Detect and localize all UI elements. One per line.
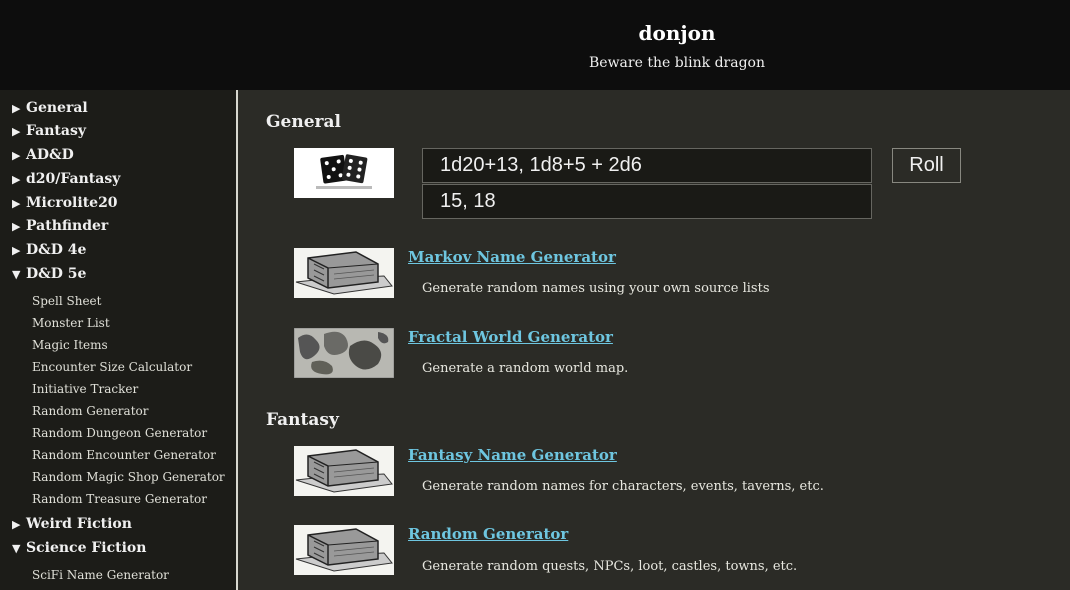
nav-category-label: D&D 5e: [26, 266, 87, 282]
expand-arrow-icon: ▶: [12, 518, 21, 531]
book-icon[interactable]: [294, 446, 394, 496]
nav-category-general[interactable]: ▶ General: [12, 100, 88, 116]
nav-item-initiative-tracker[interactable]: Initiative Tracker: [32, 382, 138, 396]
nav-item-monster-list[interactable]: Monster List: [32, 316, 110, 330]
nav-category-label: AD&D: [26, 147, 74, 163]
collapse-arrow-icon: ▼: [12, 542, 21, 555]
dice-expression-input[interactable]: [422, 148, 872, 183]
site-tagline: Beware the blink dragon: [589, 55, 765, 71]
site-title[interactable]: donjon: [577, 21, 777, 45]
section-heading-general: General: [266, 112, 341, 132]
dice-result-field: 15, 18: [422, 184, 872, 219]
nav-category-label: Microlite20: [26, 195, 118, 211]
nav-item-magic-items[interactable]: Magic Items: [32, 338, 108, 352]
nav-item-random-magic-shop-generator[interactable]: Random Magic Shop Generator: [32, 470, 225, 484]
fractal-world-generator-link[interactable]: Fractal World Generator: [408, 328, 613, 346]
expand-arrow-icon: ▶: [12, 197, 21, 210]
expand-arrow-icon: ▶: [12, 244, 21, 257]
nav-category-label: Pathfinder: [26, 218, 109, 234]
nav-category-label: d20/Fantasy: [26, 171, 121, 187]
expand-arrow-icon: ▶: [12, 149, 21, 162]
nav-item-random-dungeon-generator[interactable]: Random Dungeon Generator: [32, 426, 207, 440]
nav-category-weird-fiction[interactable]: ▶ Weird Fiction: [12, 516, 132, 532]
nav-category-pathfinder[interactable]: ▶ Pathfinder: [12, 218, 108, 234]
nav-category-microlite20[interactable]: ▶ Microlite20: [12, 195, 118, 211]
nav-item-scifi-name-generator[interactable]: SciFi Name Generator: [32, 568, 169, 582]
nav-category-d20-fantasy[interactable]: ▶ d20/Fantasy: [12, 171, 120, 187]
nav-item-random-encounter-generator[interactable]: Random Encounter Generator: [32, 448, 216, 462]
nav-item-random-treasure-generator[interactable]: Random Treasure Generator: [32, 492, 207, 506]
fantasy-name-generator-link[interactable]: Fantasy Name Generator: [408, 446, 617, 464]
nav-category-fantasy[interactable]: ▶ Fantasy: [12, 123, 86, 139]
dice-icon: [294, 148, 394, 198]
section-heading-fantasy: Fantasy: [266, 410, 339, 430]
roll-button[interactable]: Roll: [892, 148, 961, 183]
expand-arrow-icon: ▶: [12, 125, 21, 138]
nav-item-random-generator[interactable]: Random Generator: [32, 404, 148, 418]
nav-category-dnd5e[interactable]: ▼ D&D 5e: [12, 266, 86, 282]
fantasy-name-generator-description: Generate random names for characters, ev…: [422, 479, 824, 494]
nav-item-encounter-size-calculator[interactable]: Encounter Size Calculator: [32, 360, 192, 374]
expand-arrow-icon: ▶: [12, 173, 21, 186]
expand-arrow-icon: ▶: [12, 102, 21, 115]
nav-category-label: D&D 4e: [26, 242, 87, 258]
book-icon[interactable]: [294, 525, 394, 575]
fractal-world-generator-description: Generate a random world map.: [422, 361, 629, 376]
nav-category-dnd4e[interactable]: ▶ D&D 4e: [12, 242, 86, 258]
site-header: donjon Beware the blink dragon: [0, 0, 1070, 90]
expand-arrow-icon: ▶: [12, 220, 21, 233]
nav-category-label: Fantasy: [26, 123, 86, 139]
markov-name-generator-description: Generate random names using your own sou…: [422, 281, 770, 296]
nav-category-science-fiction[interactable]: ▼ Science Fiction: [12, 540, 146, 556]
nav-category-label: General: [26, 100, 88, 116]
nav-category-label: Science Fiction: [26, 540, 147, 556]
book-icon[interactable]: [294, 248, 394, 298]
sidebar-nav: ▶ General ▶ Fantasy ▶ AD&D ▶ d20/Fantasy ▶ Mi…: [0, 90, 238, 590]
random-generator-description: Generate random quests, NPCs, loot, cast…: [422, 559, 798, 574]
map-icon[interactable]: [294, 328, 394, 378]
random-generator-link[interactable]: Random Generator: [408, 525, 568, 543]
collapse-arrow-icon: ▼: [12, 268, 21, 281]
nav-category-label: Weird Fiction: [26, 516, 132, 532]
markov-name-generator-link[interactable]: Markov Name Generator: [408, 248, 616, 266]
nav-item-spell-sheet[interactable]: Spell Sheet: [32, 294, 101, 308]
nav-category-adnd[interactable]: ▶ AD&D: [12, 147, 74, 163]
